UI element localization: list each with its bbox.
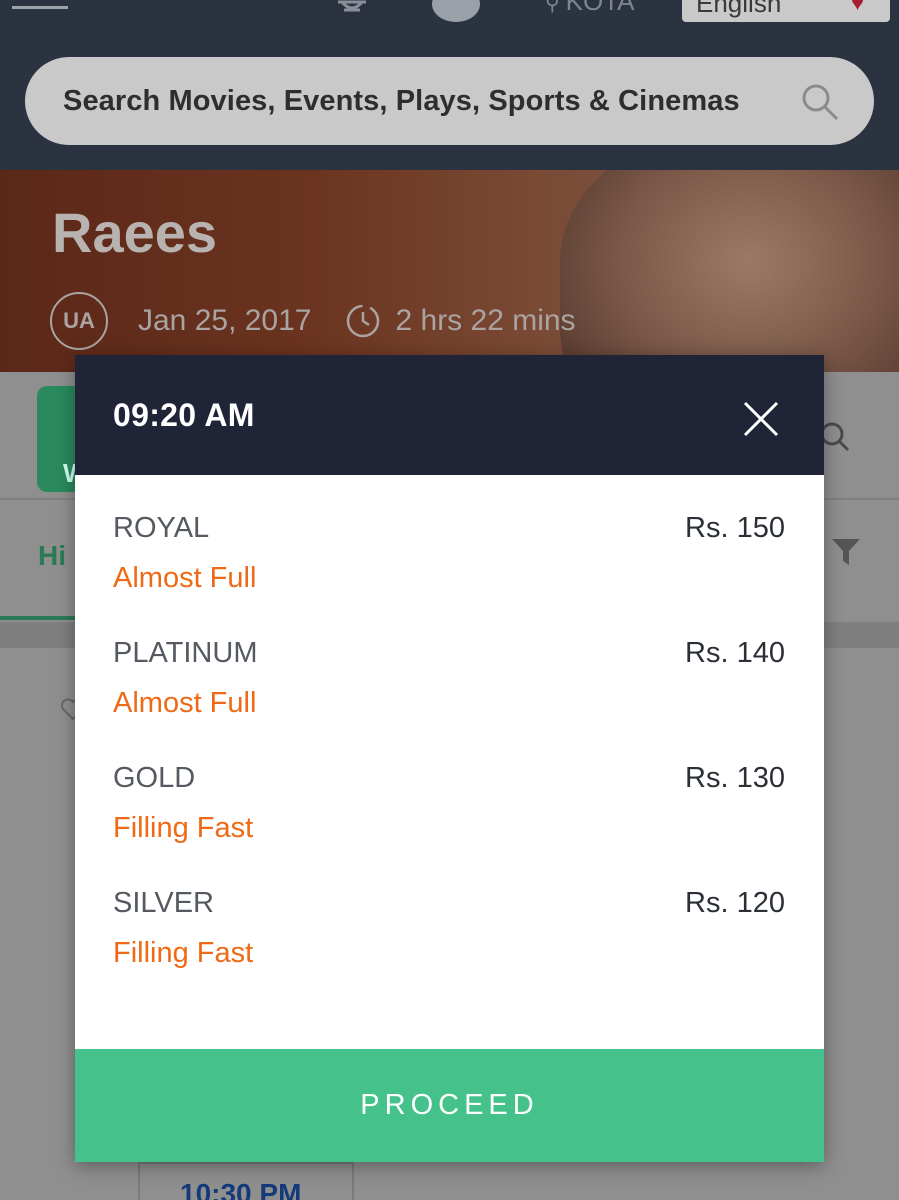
- seat-category-name: PLATINUM: [113, 637, 258, 669]
- location-pin-icon: ⚲: [545, 0, 560, 15]
- movie-poster-image: [560, 170, 899, 372]
- search-bar[interactable]: Search Movies, Events, Plays, Sports & C…: [25, 57, 874, 145]
- seat-category-row[interactable]: SILVER Rs. 120 Filling Fast: [113, 885, 785, 1010]
- movie-title: Raees: [52, 201, 218, 264]
- seat-category-name: SILVER: [113, 887, 215, 919]
- modal-header: 09:20 AM: [75, 355, 824, 475]
- showtime-chip[interactable]: 10:30 PM: [138, 1162, 354, 1200]
- seat-category-name: ROYAL: [113, 512, 210, 544]
- filter-icon[interactable]: [830, 537, 862, 567]
- seat-category-row[interactable]: PLATINUM Rs. 140 Almost Full: [113, 635, 785, 760]
- certificate-badge: UA: [50, 292, 108, 350]
- search-icon[interactable]: [820, 418, 852, 458]
- release-date: Jan 25, 2017: [138, 304, 312, 337]
- tab-language[interactable]: Hi: [38, 540, 66, 572]
- close-icon[interactable]: [741, 399, 781, 439]
- proceed-button[interactable]: PROCEED: [75, 1049, 824, 1162]
- movie-duration: 2 hrs 22 mins: [395, 304, 576, 337]
- seat-availability-status: Almost Full: [113, 562, 257, 594]
- seat-category-price: Rs. 120: [685, 887, 785, 919]
- seat-availability-status: Filling Fast: [113, 937, 254, 969]
- seat-category-name: GOLD: [113, 762, 196, 794]
- top-navbar: ⚲ KOTA English ♥ Search Movies, Events, P…: [0, 0, 899, 170]
- search-input[interactable]: Search Movies, Events, Plays, Sports & C…: [63, 85, 740, 118]
- movie-hero-banner: Raees UA Jan 25, 2017 2 hrs 22 mins: [0, 170, 899, 372]
- seat-availability-status: Almost Full: [113, 687, 257, 719]
- language-label: English: [696, 0, 782, 18]
- location-label: KOTA: [565, 0, 635, 16]
- seat-category-price: Rs. 150: [685, 512, 785, 544]
- bell-icon[interactable]: [334, 0, 370, 16]
- chevron-down-icon: ♥: [850, 0, 864, 15]
- seat-category-row[interactable]: ROYAL Rs. 150 Almost Full: [113, 510, 785, 635]
- clock-icon: [347, 304, 380, 338]
- modal-title: 09:20 AM: [113, 397, 255, 433]
- seat-availability-status: Filling Fast: [113, 812, 254, 844]
- hamburger-menu-icon[interactable]: [12, 0, 68, 14]
- search-icon[interactable]: [800, 82, 840, 122]
- showtime-label: 10:30 PM: [180, 1178, 302, 1200]
- seat-category-modal: 09:20 AM ROYAL Rs. 150 Almost Full PLATI…: [75, 355, 824, 1162]
- language-select[interactable]: English ♥: [682, 0, 890, 22]
- profile-avatar-icon[interactable]: [430, 0, 482, 22]
- location-selector[interactable]: ⚲ KOTA: [545, 0, 635, 17]
- movie-meta: UA Jan 25, 2017 2 hrs 22 mins: [50, 292, 576, 350]
- seat-category-price: Rs. 130: [685, 762, 785, 794]
- seat-category-price: Rs. 140: [685, 637, 785, 669]
- seat-category-list: ROYAL Rs. 150 Almost Full PLATINUM Rs. 1…: [113, 510, 785, 1010]
- tab-active-indicator: [0, 616, 80, 620]
- seat-category-row[interactable]: GOLD Rs. 130 Filling Fast: [113, 760, 785, 885]
